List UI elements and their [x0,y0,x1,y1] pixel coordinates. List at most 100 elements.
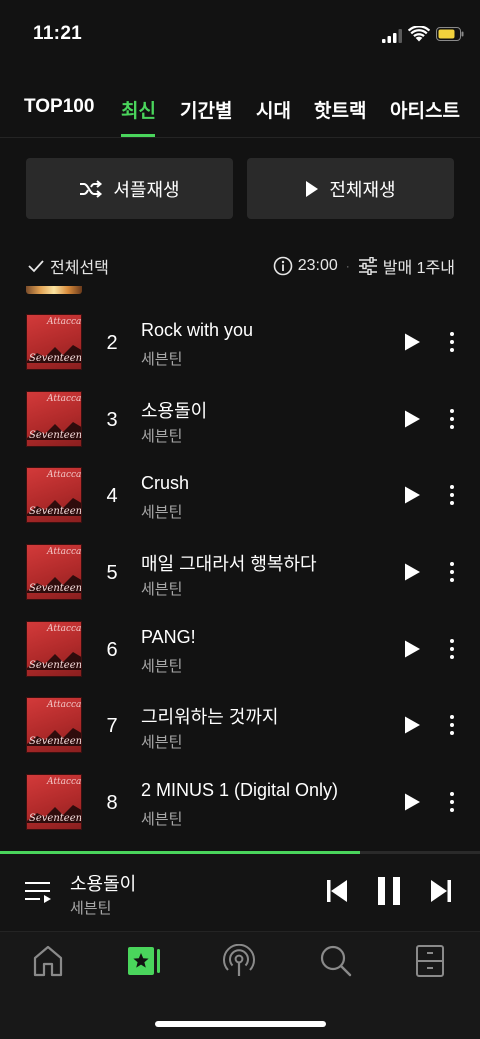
previous-track-icon[interactable] [326,878,348,904]
mini-player: 소용돌이 세븐틴 [0,854,480,932]
track-rank: 8 [106,792,118,815]
track-row[interactable]: Attacca Seventeen 8 2 MINUS 1 (Digital O… [0,764,480,841]
track-artist[interactable]: 세븐틴 [141,731,182,752]
track-artist[interactable]: 세븐틴 [141,578,182,599]
play-all-button[interactable]: 전체재생 [247,158,454,219]
wifi-icon [408,26,430,42]
filter-sliders-icon[interactable] [358,257,378,275]
tab-top100[interactable]: TOP100 [24,96,94,118]
track-row[interactable]: Attacca Seventeen 2 Rock with you 세븐틴 [0,304,480,381]
track-row[interactable]: Attacca Seventeen 6 PANG! 세븐틴 [0,611,480,688]
track-rank: 6 [106,638,118,661]
info-icon[interactable] [273,256,293,276]
separator: · [345,259,350,273]
shuffle-play-button[interactable]: 셔플재생 [26,158,233,219]
now-playing-artist[interactable]: 세븐틴 [70,897,111,918]
track-row[interactable]: Attacca Seventeen 5 매일 그대라서 행복하다 세븐틴 [0,534,480,611]
pause-icon[interactable] [376,876,402,906]
track-artist[interactable]: 세븐틴 [141,808,182,829]
play-icon[interactable] [403,639,421,659]
shuffle-icon [80,179,103,198]
track-rank: 5 [106,562,118,585]
home-icon[interactable] [32,944,64,978]
track-artist[interactable]: 세븐틴 [141,655,182,676]
chart-options: 23:00 · 발매 1주내 [273,254,455,278]
track-row[interactable]: Attacca Seventeen 7 그리워하는 것까지 세븐틴 [0,687,480,764]
more-options-icon[interactable] [446,483,458,507]
track-title[interactable]: 2 MINUS 1 (Digital Only) [141,780,338,801]
tab-hot-track[interactable]: 핫트랙 [314,96,366,123]
release-filter[interactable]: 발매 1주내 [383,254,455,278]
track-rank: 2 [106,332,118,354]
track-title[interactable]: PANG! [141,627,196,648]
select-all-label: 전체선택 [50,260,109,277]
play-icon[interactable] [403,562,421,582]
more-options-icon[interactable] [446,637,458,661]
home-indicator [155,1021,326,1027]
update-time: 23:00 [297,257,338,274]
more-options-icon[interactable] [446,407,458,431]
tab-latest[interactable]: 최신 [121,96,156,123]
album-title-text: Attacca [47,317,82,327]
album-artist-text: Seventeen [29,583,82,595]
play-icon[interactable] [403,485,421,505]
album-art: Attacca Seventeen [26,314,82,370]
track-artist[interactable]: 세븐틴 [141,425,182,446]
chart-icon[interactable] [126,944,162,978]
track-rank: 7 [106,715,118,738]
track-list: Attacca Seventeen 2 Rock with you 세븐틴 At… [0,304,480,841]
category-tabs: TOP100 최신 기간별 시대 핫트랙 아티스트 [0,96,480,138]
library-icon[interactable] [414,944,446,978]
album-art: Attacca Seventeen [26,697,82,754]
track-title[interactable]: 소용돌이 [141,397,207,423]
album-art: Attacca Seventeen [26,620,82,677]
play-icon[interactable] [403,792,421,812]
play-icon[interactable] [403,715,421,735]
checkmark-icon [28,260,44,273]
tab-by-period[interactable]: 기간별 [180,96,232,123]
more-options-icon[interactable] [446,330,458,354]
track-title[interactable]: Crush [141,473,189,494]
status-bar: 11:21 [0,0,480,70]
album-title-text: Attacca [47,547,82,558]
tab-era[interactable]: 시대 [256,96,291,123]
podcast-icon[interactable] [222,944,256,978]
album-artist-text: Seventeen [29,659,82,671]
track-artist[interactable]: 세븐틴 [141,348,182,369]
album-title-text: Attacca [47,470,82,481]
play-icon[interactable] [403,409,421,429]
list-controls: 전체선택 23:00 · 발매 1주내 [0,250,480,280]
track-title[interactable]: 매일 그대라서 행복하다 [141,550,317,576]
tab-artist[interactable]: 아티스트 [390,96,460,123]
album-title-text: Attacca [47,393,82,404]
cellular-signal-icon [382,29,402,43]
shuffle-play-label: 셔플재생 [113,179,180,200]
track-title[interactable]: 그리워하는 것까지 [141,703,278,729]
search-icon[interactable] [319,944,353,978]
track-row[interactable]: Attacca Seventeen 3 소용돌이 세븐틴 [0,381,480,458]
album-title-text: Attacca [47,623,82,634]
track-rank: 4 [106,485,118,508]
track-rank: 3 [106,408,118,431]
album-artist-text: Seventeen [29,429,82,441]
track-title[interactable]: Rock with you [141,320,253,341]
more-options-icon[interactable] [446,790,458,814]
active-tab-indicator [121,134,155,137]
play-icon[interactable] [403,332,421,352]
album-art: Attacca Seventeen [26,390,82,447]
partially-visible-album-art [26,286,82,294]
album-title-text: Attacca [47,700,82,711]
more-options-icon[interactable] [446,560,458,584]
track-artist[interactable]: 세븐틴 [141,501,182,522]
now-playing-title[interactable]: 소용돌이 [70,870,136,896]
track-row[interactable]: Attacca Seventeen 4 Crush 세븐틴 [0,457,480,534]
album-art: Attacca Seventeen [26,544,82,601]
select-all-button[interactable]: 전체선택 [28,254,109,278]
album-art: Attacca Seventeen [26,467,82,524]
album-artist-text: Seventeen [29,813,82,825]
next-track-icon[interactable] [430,878,452,904]
playlist-icon[interactable] [24,880,52,906]
status-time: 11:21 [33,23,83,44]
play-all-label: 전체재생 [329,179,396,200]
more-options-icon[interactable] [446,713,458,737]
